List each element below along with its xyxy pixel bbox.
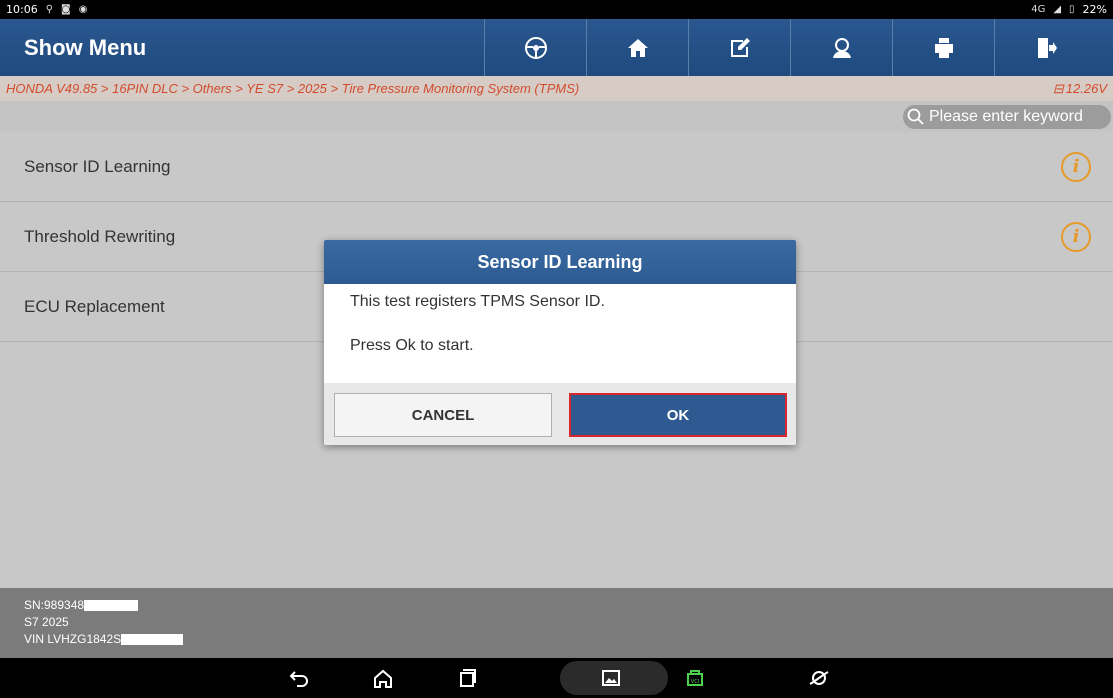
steering-wheel-button[interactable] — [484, 19, 586, 76]
redaction — [84, 600, 139, 611]
vci-button[interactable]: VCI — [682, 666, 708, 690]
steering-wheel-icon — [524, 36, 547, 59]
exit-button[interactable] — [994, 19, 1096, 76]
dialog-footer: CANCEL OK — [324, 383, 796, 445]
serial-number: SN:989348 — [24, 597, 1113, 614]
ok-button[interactable]: OK — [569, 393, 787, 437]
vci-icon: VCI — [687, 670, 703, 686]
vehicle-model: S7 2025 — [24, 615, 69, 629]
app-header: Show Menu — [0, 19, 1113, 76]
search-icon — [907, 108, 924, 125]
user-icon — [832, 37, 851, 58]
serial-number-text: SN:989348 — [24, 598, 85, 612]
menu-item-sensor-id-learning[interactable]: Sensor ID Learning i — [0, 132, 1113, 202]
system-navigation-bar: VCI — [0, 658, 1113, 698]
planet-icon — [809, 671, 829, 685]
menu-item-label: Threshold Rewriting — [24, 226, 176, 246]
confirm-dialog: Sensor ID Learning This test registers T… — [324, 240, 796, 445]
battery-voltage-icon: ⊟ — [1052, 80, 1064, 96]
home-icon — [627, 38, 648, 57]
status-bar: 10:06 ⚲ ◙ ◉ 4G ◢ ▯ 22% — [0, 0, 1113, 19]
search-input[interactable]: Please enter keyword — [903, 105, 1111, 129]
page-title: Show Menu — [24, 34, 147, 60]
printer-icon — [934, 37, 953, 58]
gallery-button[interactable] — [598, 666, 624, 690]
vin-number: VIN LVHZG1842S — [24, 631, 1113, 648]
recents-icon — [460, 669, 476, 687]
message-icon: ◙ — [61, 4, 71, 15]
back-icon — [289, 671, 308, 687]
vehicle-info-footer: SN:989348 S7 2025 VIN LVHZG1842S — [0, 588, 1113, 658]
recents-button[interactable] — [454, 666, 480, 690]
menu-item-label: Sensor ID Learning — [24, 156, 171, 176]
status-time: 10:06 — [6, 3, 38, 16]
back-button[interactable] — [286, 666, 312, 690]
print-button[interactable] — [892, 19, 994, 76]
shield-icon: ◉ — [78, 4, 88, 15]
edit-button[interactable] — [688, 19, 790, 76]
battery-percent: 22% — [1082, 3, 1107, 16]
dialog-body: This test registers TPMS Sensor ID. Pres… — [324, 284, 796, 383]
info-icon[interactable]: i — [1061, 151, 1091, 182]
network-label: 4G — [1031, 4, 1046, 15]
dialog-title: Sensor ID Learning — [324, 240, 796, 284]
image-icon — [602, 670, 620, 686]
dialog-instruction: Press Ok to start. — [350, 337, 474, 354]
edit-icon — [730, 37, 750, 57]
usb-icon: ⚲ — [45, 4, 54, 15]
vin-text: VIN LVHZG1842S — [24, 632, 122, 646]
voltage-value: 12.26V — [1065, 81, 1107, 96]
voltage-indicator: ⊟ 12.26V — [1053, 81, 1107, 97]
home-button[interactable] — [586, 19, 688, 76]
svg-text:VCI: VCI — [691, 679, 699, 685]
breadcrumb-bar: HONDA V49.85 > 16PIN DLC > Others > YE S… — [0, 76, 1113, 101]
info-icon[interactable]: i — [1061, 221, 1091, 252]
redaction — [121, 634, 184, 645]
exit-icon — [1037, 37, 1057, 58]
menu-item-label: ECU Replacement — [24, 296, 165, 316]
home-outline-icon — [374, 669, 392, 688]
search-placeholder: Please enter keyword — [929, 108, 1083, 125]
browser-button[interactable] — [806, 666, 832, 690]
battery-icon: ▯ — [1069, 4, 1075, 15]
dialog-message: This test registers TPMS Sensor ID. — [350, 293, 605, 310]
breadcrumb: HONDA V49.85 > 16PIN DLC > Others > YE S… — [6, 81, 580, 96]
user-button[interactable] — [790, 19, 892, 76]
signal-icon: ◢ — [1053, 4, 1062, 15]
search-row: Please enter keyword — [0, 101, 1113, 132]
home-nav-button[interactable] — [370, 666, 396, 690]
cancel-button[interactable]: CANCEL — [334, 393, 552, 437]
